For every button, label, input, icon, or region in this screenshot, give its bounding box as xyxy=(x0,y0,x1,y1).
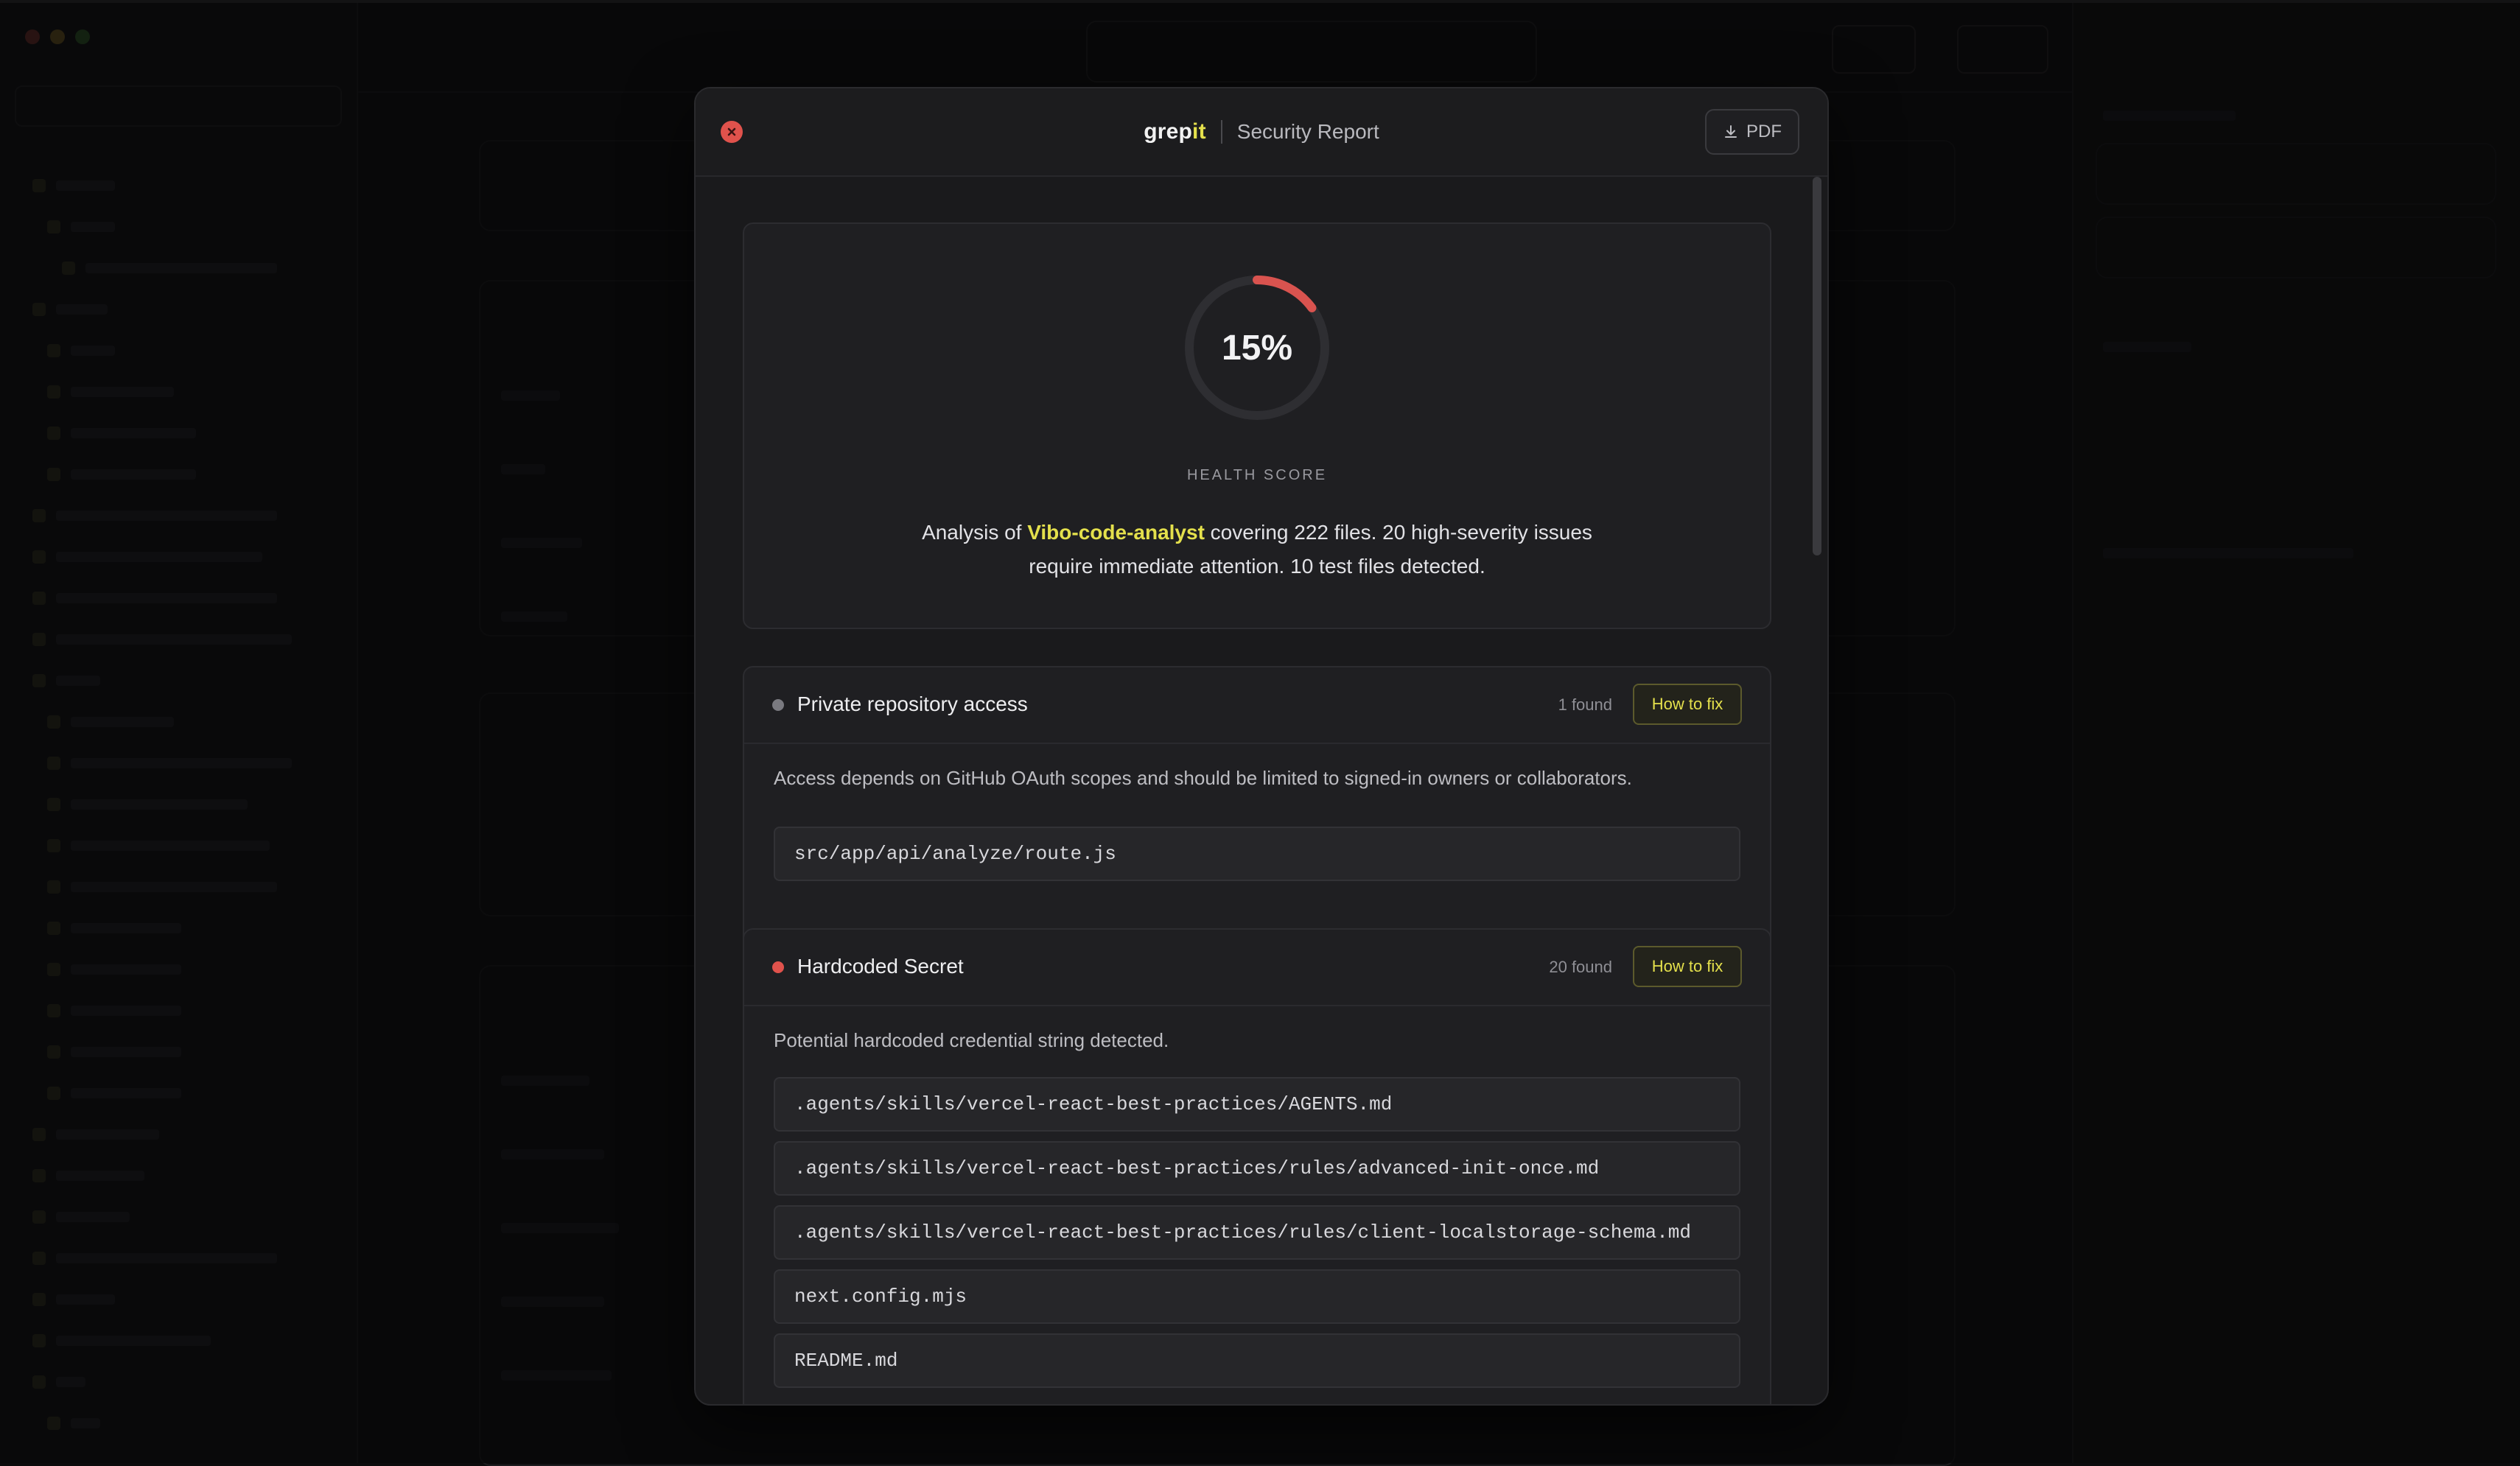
file-path[interactable]: next.config.mjs xyxy=(774,1269,1740,1324)
security-report-modal: grepit Security Report PDF 15% HEALTH SC… xyxy=(694,87,1829,1406)
issue-header: Hardcoded Secret 20 found How to fix xyxy=(744,930,1770,1006)
analysis-summary: Analysis of Vibo-code-analyst covering 2… xyxy=(889,516,1625,583)
how-to-fix-button[interactable]: How to fix xyxy=(1633,946,1742,987)
issue-description: Access depends on GitHub OAuth scopes an… xyxy=(774,767,1632,789)
file-path[interactable]: src/app/api/analyze/route.js xyxy=(774,827,1740,881)
summary-prefix: Analysis of xyxy=(922,521,1028,544)
issue-title: Hardcoded Secret xyxy=(797,955,964,978)
issue-description: Potential hardcoded credential string de… xyxy=(774,1029,1169,1051)
issue-title: Private repository access xyxy=(797,692,1028,715)
file-path[interactable]: .agents/skills/vercel-react-best-practic… xyxy=(774,1205,1740,1260)
modal-scrollbar[interactable] xyxy=(1813,177,1821,555)
modal-title-group: grepit Security Report xyxy=(696,88,1827,175)
modal-header: grepit Security Report PDF xyxy=(696,88,1827,177)
file-path[interactable]: .agents/skills/vercel-react-best-practic… xyxy=(774,1077,1740,1132)
title-divider xyxy=(1220,120,1222,144)
modal-title: Security Report xyxy=(1236,120,1379,143)
issue-count: 1 found xyxy=(1558,695,1612,714)
file-path[interactable]: README.md xyxy=(774,1333,1740,1388)
issue-card-hardcoded-secret: Hardcoded Secret 20 found How to fix Pot… xyxy=(743,928,1771,1404)
download-icon xyxy=(1725,125,1737,138)
health-score-value: 15% xyxy=(1221,328,1293,368)
repo-name[interactable]: Vibo-code-analyst xyxy=(1027,521,1205,544)
health-score-card: 15% HEALTH SCORE Analysis of Vibo-code-a… xyxy=(743,222,1771,629)
file-path[interactable]: .agents/skills/vercel-react-best-practic… xyxy=(774,1141,1740,1196)
health-score-label: HEALTH SCORE xyxy=(1186,467,1328,483)
how-to-fix-button[interactable]: How to fix xyxy=(1633,684,1742,725)
pdf-download-button[interactable]: PDF xyxy=(1705,109,1799,155)
issue-count: 20 found xyxy=(1549,958,1612,976)
pdf-button-label: PDF xyxy=(1746,122,1782,141)
severity-dot xyxy=(772,961,784,973)
severity-dot xyxy=(772,699,784,711)
issue-header: Private repository access 1 found How to… xyxy=(744,667,1770,744)
brand-logo: grepit xyxy=(1144,119,1206,144)
